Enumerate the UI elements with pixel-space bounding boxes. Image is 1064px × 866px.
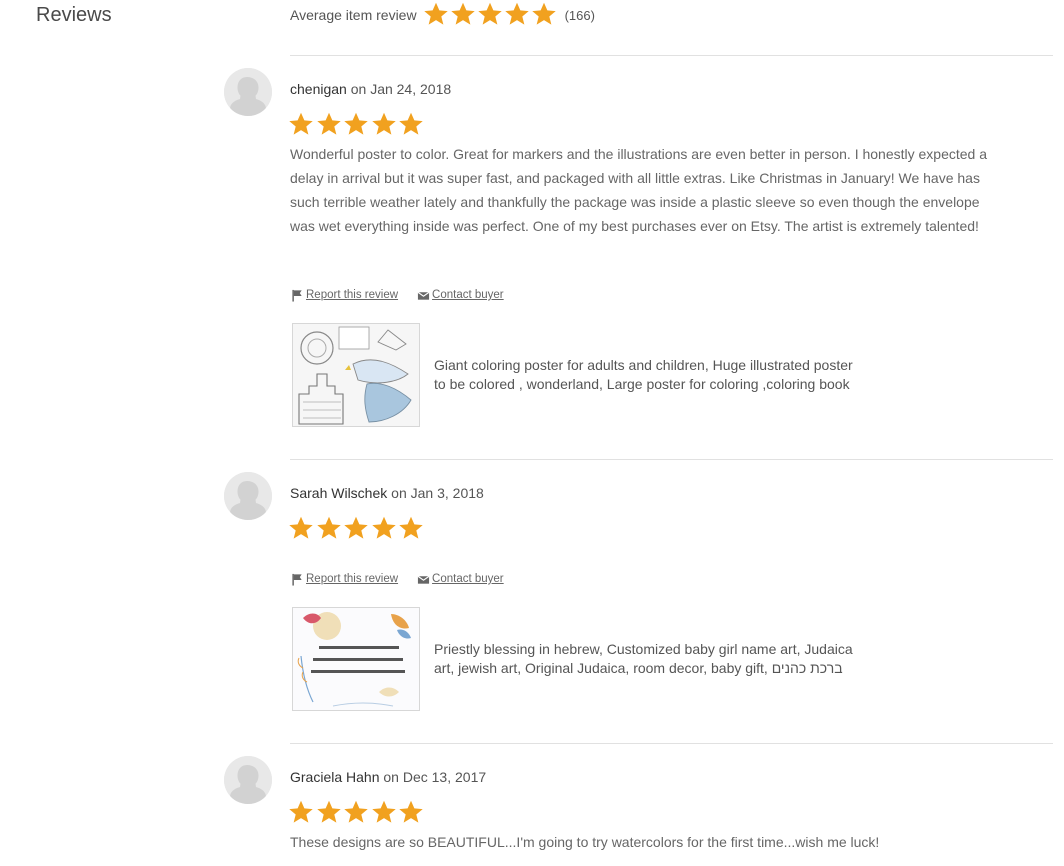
listing-thumbnail[interactable]	[292, 323, 420, 427]
star-icon	[316, 112, 341, 135]
star-icon	[399, 516, 423, 539]
review-meta: Sarah Wilschek on Jan 3, 2018	[290, 485, 484, 501]
average-rating-stars	[423, 1, 558, 30]
star-icon	[450, 2, 475, 25]
review-meta: Graciela Hahn on Dec 13, 2017	[290, 769, 486, 785]
divider	[290, 459, 1053, 460]
listing-thumbnail[interactable]	[292, 607, 420, 711]
average-rating-row: Average item review (166)	[290, 2, 595, 28]
star-icon	[289, 112, 313, 135]
review-text: Wonderful poster to color. Great for mar…	[290, 146, 987, 234]
divider	[290, 743, 1053, 744]
star-icon	[344, 516, 368, 539]
star-icon	[371, 800, 396, 823]
star-icon	[344, 800, 368, 823]
date-prefix: on	[383, 769, 399, 785]
star-icon	[289, 800, 313, 823]
review-actions: Report this review Contact buyer	[291, 571, 523, 587]
reviewer-name[interactable]: Sarah Wilschek	[290, 485, 387, 501]
reviews-section: Reviews Average item review (166) chenig…	[0, 0, 1064, 866]
contact-buyer-link[interactable]: Contact buyer	[417, 573, 504, 586]
reviewer-avatar[interactable]	[224, 472, 272, 520]
star-icon	[423, 2, 448, 25]
reviewer-name[interactable]: Graciela Hahn	[290, 769, 380, 785]
flag-icon	[292, 289, 302, 302]
star-icon	[316, 516, 341, 539]
review-stars	[288, 799, 426, 825]
reviewed-listing[interactable]: Priestly blessing in hebrew, Customized …	[292, 607, 872, 711]
reviewer-name[interactable]: chenigan	[290, 81, 347, 97]
star-icon	[531, 2, 556, 25]
star-icon	[289, 516, 313, 539]
star-icon	[399, 112, 423, 135]
report-review-link[interactable]: Report this review	[291, 573, 398, 586]
listing-title[interactable]: Priestly blessing in hebrew, Customized …	[434, 640, 864, 678]
review-text: These designs are so BEAUTIFUL...I'm goi…	[290, 834, 880, 850]
report-review-label[interactable]: Report this review	[306, 573, 398, 585]
contact-buyer-label[interactable]: Contact buyer	[432, 573, 504, 585]
review-date: Jan 24, 2018	[370, 81, 452, 97]
coloring-poster-thumbnail	[293, 324, 419, 426]
star-icon	[371, 112, 396, 135]
review-stars	[288, 515, 426, 541]
review-meta: chenigan on Jan 24, 2018	[290, 81, 451, 97]
review-actions: Report this review Contact buyer	[291, 287, 523, 303]
default-avatar-icon	[224, 472, 272, 520]
envelope-icon	[417, 575, 430, 584]
star-icon	[504, 2, 529, 25]
report-review-label[interactable]: Report this review	[306, 289, 398, 301]
reviewer-avatar[interactable]	[224, 756, 272, 804]
reviewed-listing[interactable]: Giant coloring poster for adults and chi…	[292, 323, 872, 427]
review-date: Jan 3, 2018	[410, 485, 484, 501]
envelope-icon	[417, 291, 430, 300]
reviews-heading: Reviews	[36, 4, 112, 26]
review-count[interactable]: (166)	[565, 8, 595, 23]
default-avatar-icon	[224, 68, 272, 116]
report-review-link[interactable]: Report this review	[291, 289, 398, 302]
divider	[290, 55, 1053, 56]
star-icon	[316, 800, 341, 823]
flag-icon	[292, 573, 302, 586]
date-prefix: on	[391, 485, 407, 501]
average-rating-label: Average item review	[290, 7, 417, 23]
review-stars	[288, 111, 426, 137]
date-prefix: on	[350, 81, 367, 97]
default-avatar-icon	[224, 756, 272, 804]
star-icon	[399, 800, 423, 823]
listing-title[interactable]: Giant coloring poster for adults and chi…	[434, 356, 864, 394]
contact-buyer-link[interactable]: Contact buyer	[417, 289, 504, 302]
star-icon	[477, 2, 502, 25]
star-icon	[344, 112, 368, 135]
priestly-blessing-thumbnail	[293, 608, 419, 710]
reviewer-avatar[interactable]	[224, 68, 272, 116]
contact-buyer-label[interactable]: Contact buyer	[432, 289, 504, 301]
review-date: Dec 13, 2017	[402, 769, 487, 785]
star-icon	[371, 516, 396, 539]
